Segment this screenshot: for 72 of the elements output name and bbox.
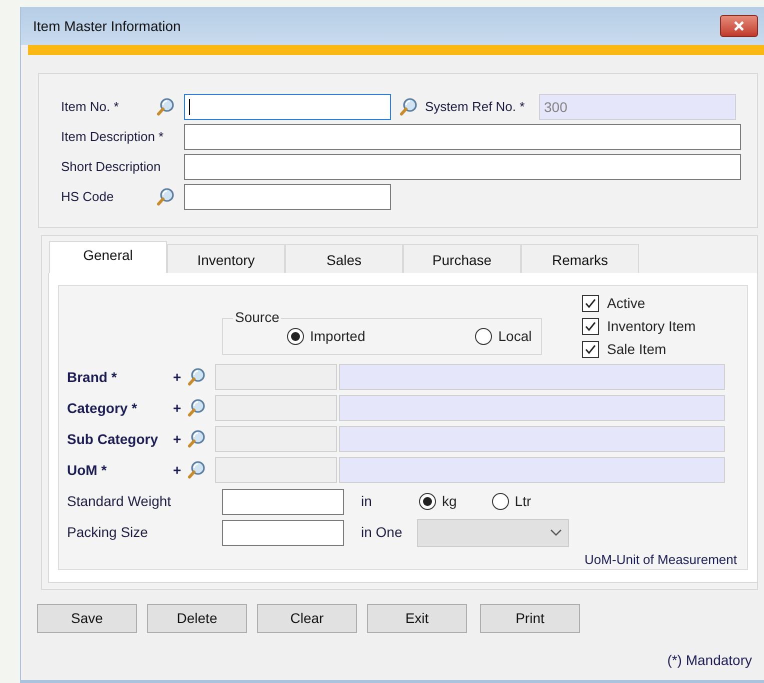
radio-button[interactable] [492, 493, 509, 510]
item-description-field[interactable] [184, 124, 741, 150]
field-label: Packing Size [67, 523, 149, 542]
tab[interactable]: General [49, 241, 167, 273]
item-number-field[interactable] [184, 94, 391, 120]
checkbox-label: Inventory Item [607, 317, 696, 336]
field-label: Category * [67, 398, 138, 418]
weight-field[interactable] [222, 488, 344, 514]
action-button[interactable]: Print [480, 604, 580, 633]
action-button[interactable]: Save [37, 604, 137, 633]
radio-button[interactable] [287, 328, 304, 345]
checkbox[interactable] [582, 341, 599, 358]
mandatory-note: (*) Mandatory [667, 651, 752, 670]
chevron-down-icon [550, 528, 562, 536]
code-field[interactable] [215, 364, 337, 390]
field-label: Standard Weight [67, 492, 172, 511]
add-label[interactable]: + [173, 460, 187, 480]
action-button[interactable]: Clear [257, 604, 357, 633]
tab[interactable]: Remarks [521, 244, 639, 273]
code-field[interactable] [215, 395, 337, 421]
checkbox-label: Sale Item [607, 340, 666, 359]
tab[interactable]: Inventory [167, 244, 285, 273]
code-field[interactable] [215, 426, 337, 452]
search-icon[interactable] [399, 97, 419, 117]
search-icon[interactable] [187, 460, 207, 480]
unit-label: in [361, 492, 373, 511]
check-icon [584, 297, 597, 310]
packing-size-field[interactable] [222, 520, 344, 546]
code-field[interactable] [215, 457, 337, 483]
field-label: Brand * [67, 368, 118, 386]
search-icon[interactable] [156, 187, 176, 207]
check-icon [584, 343, 597, 356]
field-label: Item Description * [61, 128, 165, 146]
checkbox-label: Active [607, 294, 646, 313]
search-icon[interactable] [187, 429, 207, 449]
description-field[interactable] [339, 364, 725, 390]
close-icon [734, 21, 744, 31]
description-field[interactable] [339, 426, 725, 452]
unit-label: in One [361, 523, 404, 542]
add-label[interactable]: + [173, 366, 187, 388]
checkbox[interactable] [582, 318, 599, 335]
radio-label: Ltr [514, 492, 532, 511]
window-title: Item Master Information [33, 16, 181, 36]
tab[interactable]: Sales [285, 244, 403, 273]
close-button[interactable] [720, 15, 758, 37]
action-button[interactable]: Exit [367, 604, 467, 633]
check-icon [584, 320, 597, 333]
search-icon[interactable] [187, 398, 207, 418]
field-label: Short Description [61, 158, 162, 176]
add-label[interactable]: + [173, 398, 187, 418]
field-label: UoM * [67, 460, 108, 480]
radio-label: kg [442, 492, 457, 511]
action-button[interactable]: Delete [147, 604, 247, 633]
radio-label: Local [498, 327, 532, 346]
tab[interactable]: Purchase [403, 244, 521, 273]
note-text: UoM-Unit of Measurement [584, 550, 737, 568]
radio-button[interactable] [475, 328, 492, 345]
field-label: System Ref No. * [425, 98, 526, 116]
group-legend: Source [233, 309, 282, 325]
radio-button[interactable] [419, 493, 436, 510]
description-field[interactable] [339, 457, 725, 483]
add-label[interactable]: + [173, 428, 187, 450]
short-description-field[interactable] [184, 154, 741, 180]
field-label: Sub Category [67, 430, 160, 449]
description-field[interactable] [339, 395, 725, 421]
hs-code-field[interactable] [184, 184, 391, 210]
radio-label: Imported [310, 327, 366, 346]
checkbox[interactable] [582, 295, 599, 312]
field-label: HS Code [61, 188, 115, 206]
search-icon[interactable] [187, 367, 207, 387]
search-icon[interactable] [156, 97, 176, 117]
field-label: Item No. * [61, 98, 120, 116]
